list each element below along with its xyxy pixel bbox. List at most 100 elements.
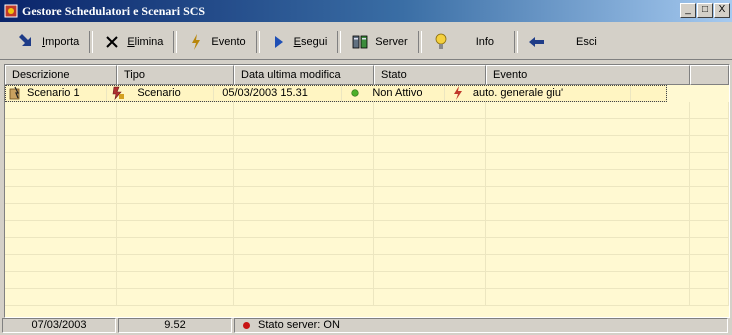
title-bar[interactable]: Gestore Schedulatori e Scenari SCS _ □ X	[0, 0, 732, 22]
server-button[interactable]: Server	[345, 29, 413, 55]
empty-row[interactable]	[5, 119, 729, 136]
run-label: Esegui	[293, 35, 328, 48]
cell-data: 05/03/2003 15.31	[214, 85, 343, 102]
empty-row[interactable]	[5, 289, 729, 306]
empty-cell	[234, 170, 374, 187]
empty-row[interactable]	[5, 187, 729, 204]
import-button[interactable]: Importa	[12, 29, 85, 55]
empty-cell	[486, 187, 690, 204]
play-triangle-icon	[270, 33, 288, 51]
run-button[interactable]: Esegui	[264, 29, 334, 55]
empty-row[interactable]	[5, 238, 729, 255]
empty-cell	[690, 136, 729, 153]
row-descrizione: Scenario 1	[27, 87, 80, 99]
window-title: Gestore Schedulatori e Scenari SCS	[22, 3, 206, 18]
empty-cell	[5, 187, 117, 204]
row-data: 05/03/2003 15.31	[222, 87, 308, 99]
column-header-tipo[interactable]: Tipo	[117, 65, 234, 85]
empty-row[interactable]	[5, 255, 729, 272]
column-header-stato[interactable]: Stato	[374, 65, 486, 85]
import-label: Importa	[42, 35, 80, 48]
empty-cell	[690, 187, 729, 204]
empty-cell	[234, 238, 374, 255]
row-stato: Non Attivo	[372, 87, 423, 99]
cell-evento: auto. generale giu'	[444, 85, 632, 102]
toolbar-separator	[255, 30, 260, 53]
empty-cell	[374, 289, 486, 306]
info-lightbulb-icon	[432, 33, 450, 51]
scenario-grid[interactable]: Descrizione Tipo Data ultima modifica St…	[4, 64, 730, 318]
empty-cell	[374, 221, 486, 238]
event-lightning-icon	[187, 33, 205, 51]
empty-cell	[486, 119, 690, 136]
empty-cell	[117, 153, 234, 170]
empty-cell	[486, 221, 690, 238]
close-button[interactable]: X	[714, 3, 730, 18]
empty-cell	[117, 272, 234, 289]
empty-cell	[690, 119, 729, 136]
empty-cell	[690, 272, 729, 289]
empty-cell	[234, 136, 374, 153]
empty-row[interactable]	[5, 136, 729, 153]
empty-cell	[486, 153, 690, 170]
empty-row[interactable]	[5, 170, 729, 187]
server-status-icon	[243, 322, 250, 329]
empty-cell	[374, 238, 486, 255]
status-server-panel: Stato server: ON	[234, 318, 728, 333]
empty-cell	[117, 289, 234, 306]
empty-cell	[5, 255, 117, 272]
scenario-doc-icon	[9, 86, 23, 100]
empty-cell	[117, 221, 234, 238]
empty-cell	[5, 272, 117, 289]
empty-cell	[234, 289, 374, 306]
status-bar: 07/03/2003 9.52 Stato server: ON	[0, 318, 732, 335]
empty-cell	[486, 102, 690, 119]
empty-cell	[234, 204, 374, 221]
minimize-button[interactable]: _	[680, 3, 696, 18]
scenario-type-icon	[111, 86, 125, 100]
empty-cell	[690, 170, 729, 187]
empty-cell	[690, 255, 729, 272]
empty-cell	[234, 102, 374, 119]
empty-cell	[117, 255, 234, 272]
column-header-evento[interactable]: Evento	[486, 65, 690, 85]
toolbar: Importa Elimina Evento Esegui Server Inf…	[0, 24, 732, 60]
empty-cell	[374, 119, 486, 136]
toolbar-separator	[337, 30, 342, 53]
toolbar-separator	[514, 30, 519, 53]
column-header-data[interactable]: Data ultima modifica	[234, 65, 374, 85]
empty-cell	[234, 153, 374, 170]
exit-button[interactable]: Esci	[522, 29, 603, 55]
empty-cell	[374, 136, 486, 153]
empty-cell	[486, 170, 690, 187]
empty-cell	[486, 204, 690, 221]
empty-cell	[374, 187, 486, 204]
empty-cell	[486, 272, 690, 289]
delete-button[interactable]: Elimina	[97, 29, 169, 55]
empty-cell	[234, 221, 374, 238]
toolbar-separator	[89, 30, 94, 53]
status-date: 07/03/2003	[2, 318, 116, 333]
empty-cell	[486, 238, 690, 255]
app-window: Gestore Schedulatori e Scenari SCS _ □ X…	[0, 0, 732, 335]
empty-cell	[117, 119, 234, 136]
empty-row[interactable]	[5, 204, 729, 221]
empty-row[interactable]	[5, 153, 729, 170]
cell-extra	[631, 85, 667, 102]
empty-cell	[5, 170, 117, 187]
cell-stato: Non Attivo	[342, 85, 445, 102]
maximize-button[interactable]: □	[697, 3, 713, 18]
table-row[interactable]: Scenario 1 Scenario 05/03/2003 15.31 Non…	[5, 85, 667, 102]
info-button[interactable]: Info	[426, 29, 510, 55]
empty-cell	[486, 289, 690, 306]
column-header-extra[interactable]	[690, 65, 729, 85]
empty-row[interactable]	[5, 272, 729, 289]
app-icon	[4, 4, 18, 18]
event-button[interactable]: Evento	[181, 29, 251, 55]
empty-cell	[486, 255, 690, 272]
empty-row[interactable]	[5, 102, 729, 119]
import-arrow-icon	[18, 33, 36, 51]
empty-row[interactable]	[5, 221, 729, 238]
column-header-descrizione[interactable]: Descrizione	[5, 65, 117, 85]
status-time: 9.52	[118, 318, 232, 333]
